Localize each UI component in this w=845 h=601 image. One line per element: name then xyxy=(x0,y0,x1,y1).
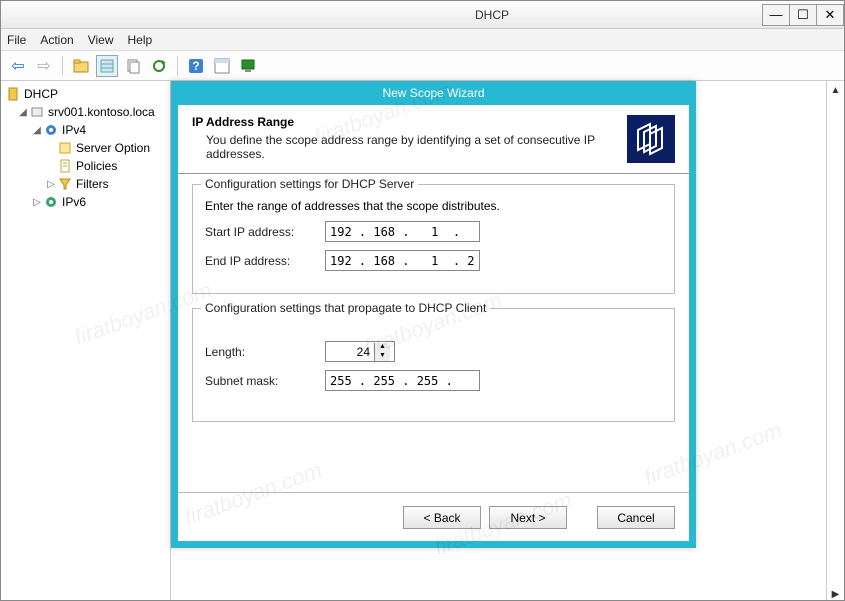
main-titlebar: DHCP — ☐ ✕ xyxy=(1,1,844,29)
tree-filters-label: Filters xyxy=(76,177,109,191)
options-icon xyxy=(57,140,73,156)
tree-pane: DHCP ◢ srv001.kontoso.loca ◢ IPv4 Server… xyxy=(1,81,171,600)
tree-server-options-label: Server Option xyxy=(76,141,150,155)
refresh-icon[interactable] xyxy=(148,55,170,77)
length-spinner[interactable]: ▲ ▼ xyxy=(325,341,395,362)
spin-up-icon[interactable]: ▲ xyxy=(374,343,390,352)
twisty-closed-icon[interactable]: ▷ xyxy=(31,197,43,208)
tree-root-label: DHCP xyxy=(24,87,58,101)
tree-server-options[interactable]: Server Option xyxy=(3,139,168,157)
monitor-icon[interactable] xyxy=(237,55,259,77)
wizard-subtitle: You define the scope address range by id… xyxy=(192,133,627,161)
wizard-heading: IP Address Range xyxy=(192,115,627,129)
wizard-dialog: New Scope Wizard IP Address Range You de… xyxy=(171,81,696,548)
twisty-open-icon[interactable]: ◢ xyxy=(17,107,29,118)
forward-button[interactable]: ⇨ xyxy=(33,55,55,77)
group-server-intro: Enter the range of addresses that the sc… xyxy=(205,199,662,213)
dhcp-icon xyxy=(5,86,21,102)
length-label: Length: xyxy=(205,345,325,359)
details-pane-icon[interactable] xyxy=(211,55,233,77)
tree-server-label: srv001.kontoso.loca xyxy=(48,105,155,119)
wizard-banner-icon xyxy=(627,115,675,163)
menu-file[interactable]: File xyxy=(7,33,26,47)
close-button[interactable]: ✕ xyxy=(816,4,844,26)
svg-text:?: ? xyxy=(192,59,199,73)
group-client-settings: Configuration settings that propagate to… xyxy=(192,308,675,422)
cancel-button[interactable]: Cancel xyxy=(597,506,675,529)
help-icon[interactable]: ? xyxy=(185,55,207,77)
window-title: DHCP xyxy=(221,8,763,22)
tree-server[interactable]: ◢ srv001.kontoso.loca xyxy=(3,103,168,121)
wizard-title: New Scope Wizard xyxy=(382,86,484,100)
tree-ipv6[interactable]: ▷ IPv6 xyxy=(3,193,168,211)
server-icon xyxy=(29,104,45,120)
mask-input[interactable] xyxy=(325,370,480,391)
mask-label: Subnet mask: xyxy=(205,374,325,388)
wizard-body: Configuration settings for DHCP Server E… xyxy=(178,184,689,422)
start-ip-label: Start IP address: xyxy=(205,225,325,239)
spin-down-icon[interactable]: ▼ xyxy=(374,352,390,361)
maximize-button[interactable]: ☐ xyxy=(789,4,817,26)
tree-ipv4-label: IPv4 xyxy=(62,123,86,137)
twisty-open-icon[interactable]: ◢ xyxy=(31,125,43,136)
menu-view[interactable]: View xyxy=(88,33,114,47)
minimize-button[interactable]: — xyxy=(762,4,790,26)
wizard-header: IP Address Range You define the scope ad… xyxy=(178,105,689,171)
tree-policies[interactable]: Policies xyxy=(3,157,168,175)
chevron-up-icon[interactable]: ▲ xyxy=(831,85,841,96)
group-server-settings: Configuration settings for DHCP Server E… xyxy=(192,184,675,294)
tree-policies-label: Policies xyxy=(76,159,117,173)
next-button[interactable]: Next > xyxy=(489,506,567,529)
twisty-closed-icon[interactable]: ▷ xyxy=(45,179,57,190)
tree-filters[interactable]: ▷ Filters xyxy=(3,175,168,193)
tree-ipv6-label: IPv6 xyxy=(62,195,86,209)
right-gutter: ▲ ▶ xyxy=(826,81,844,600)
tree-ipv4[interactable]: ◢ IPv4 xyxy=(3,121,168,139)
back-button[interactable]: < Back xyxy=(403,506,481,529)
ipv4-icon xyxy=(43,122,59,138)
chevron-right-icon[interactable]: ▶ xyxy=(832,589,840,600)
list-view-icon[interactable] xyxy=(96,55,118,77)
policies-icon xyxy=(57,158,73,174)
menu-action[interactable]: Action xyxy=(40,33,73,47)
wizard-titlebar: New Scope Wizard xyxy=(171,81,696,105)
copy-icon[interactable] xyxy=(122,55,144,77)
menu-help[interactable]: Help xyxy=(128,33,153,47)
tree-root[interactable]: DHCP xyxy=(3,85,168,103)
toolbar: ⇦ ⇨ ? xyxy=(1,51,844,81)
end-ip-input[interactable] xyxy=(325,250,480,271)
group-client-legend: Configuration settings that propagate to… xyxy=(201,301,490,315)
end-ip-label: End IP address: xyxy=(205,254,325,268)
wizard-button-row: < Back Next > Cancel xyxy=(403,506,675,529)
group-server-legend: Configuration settings for DHCP Server xyxy=(201,177,418,191)
filters-icon xyxy=(57,176,73,192)
ipv6-icon xyxy=(43,194,59,210)
folder-up-icon[interactable] xyxy=(70,55,92,77)
menu-bar: File Action View Help xyxy=(1,29,844,51)
length-input[interactable] xyxy=(326,345,374,359)
start-ip-input[interactable] xyxy=(325,221,480,242)
back-button[interactable]: ⇦ xyxy=(7,55,29,77)
